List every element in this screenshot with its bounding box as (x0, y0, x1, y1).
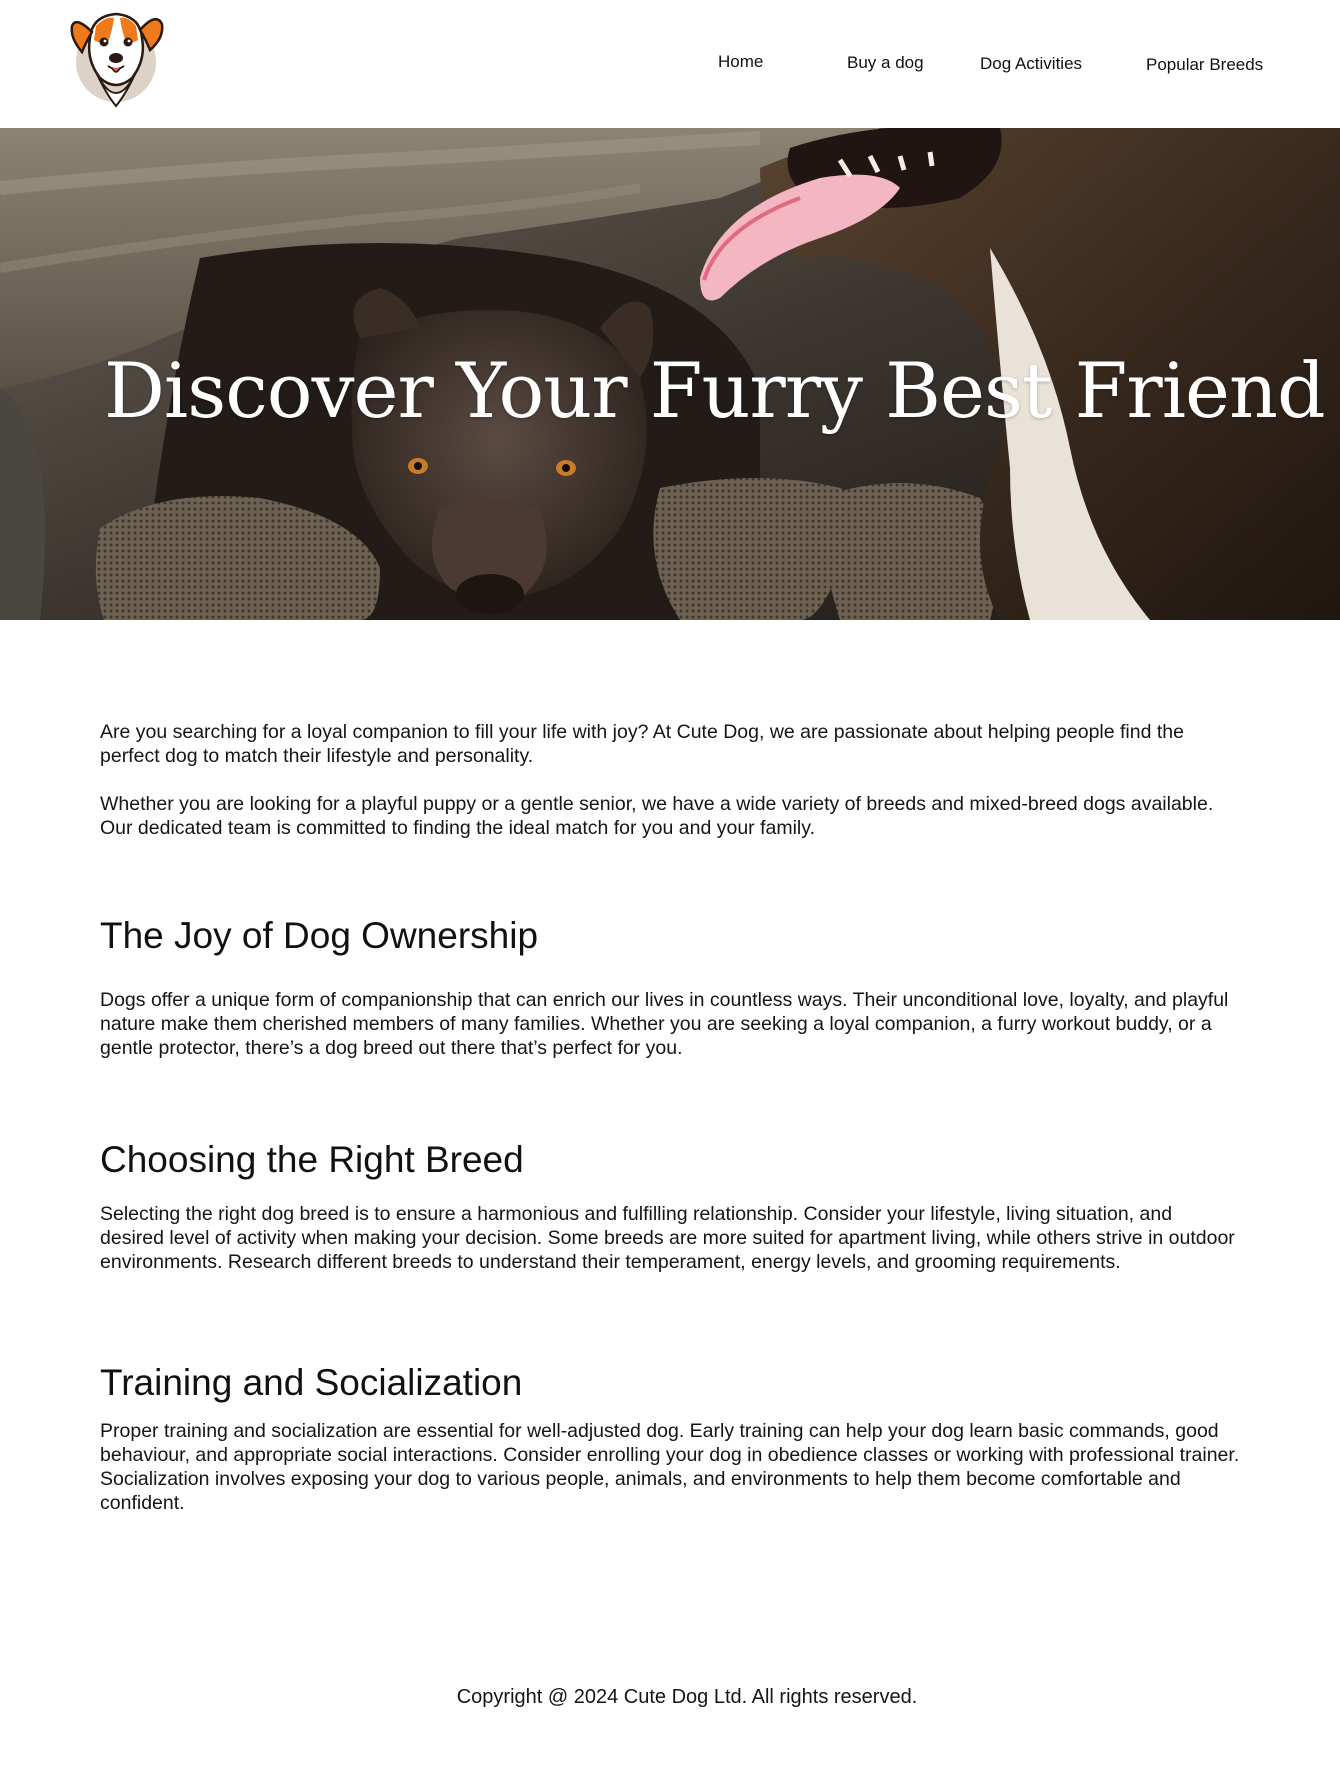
section-body-breed: Selecting the right dog breed is to ensu… (100, 1203, 1235, 1273)
hero-title: Discover Your Furry Best Friend (104, 346, 1326, 435)
dog-head-logo-icon[interactable] (66, 2, 166, 114)
nav-buy-a-dog-link[interactable]: Buy a dog (847, 53, 924, 73)
section-body-joy: Dogs offer a unique form of companionshi… (100, 989, 1229, 1059)
site-header: Home Buy a dog Dog Activities Popular Br… (0, 0, 1340, 128)
nav-home-link[interactable]: Home (718, 52, 763, 72)
section-heading-joy: The Joy of Dog Ownership (100, 915, 539, 956)
intro-paragraph-1: Are you searching for a loyal companion … (100, 721, 1184, 767)
section-body-training: Proper training and socialization are es… (100, 1420, 1240, 1514)
intro-paragraph-2: Whether you are looking for a playful pu… (100, 793, 1214, 839)
footer-copyright: Copyright @ 2024 Cute Dog Ltd. All right… (456, 1686, 918, 1708)
section-heading-training: Training and Socialization (100, 1362, 523, 1403)
hero-banner: Discover Your Furry Best Friend (0, 128, 1340, 620)
nav-popular-breeds-link[interactable]: Popular Breeds (1146, 55, 1263, 75)
section-heading-breed: Choosing the Right Breed (100, 1139, 524, 1180)
nav-dog-activities-link[interactable]: Dog Activities (980, 54, 1082, 74)
